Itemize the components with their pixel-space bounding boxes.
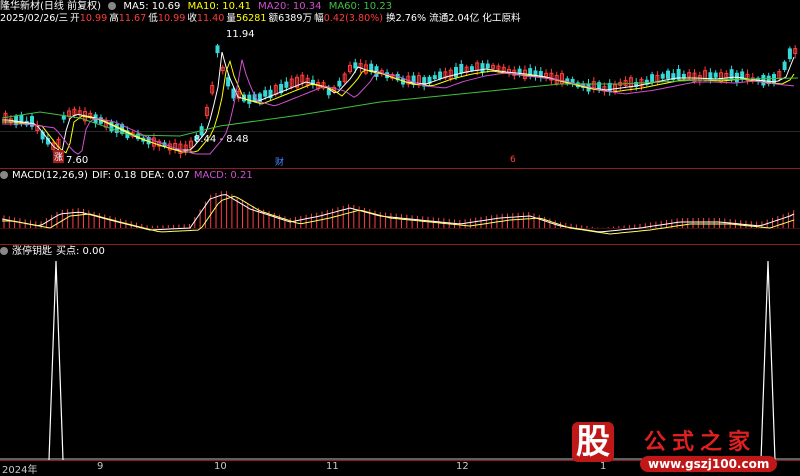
candle-body (438, 71, 443, 80)
candle-body (480, 63, 485, 73)
candle-body (14, 115, 19, 126)
macd-settings-icon[interactable] (0, 171, 8, 179)
candle-body (469, 66, 474, 71)
candle-body (247, 94, 252, 104)
candle-body (517, 68, 522, 74)
indicator-label: 涨停钥匙 (12, 246, 52, 257)
candle-body (459, 63, 464, 74)
zhang-tag: 涨 (53, 150, 65, 163)
range-marker: 8.44 - 8.48 (194, 134, 249, 145)
candle-body (454, 66, 458, 78)
candle-body (485, 63, 490, 69)
chart-canvas[interactable] (0, 0, 800, 476)
macd-lines (1, 194, 795, 235)
high-price-marker: 11.94 (226, 29, 255, 40)
xtick-0: 2024年 (2, 465, 38, 476)
dea-value: DEA: 0.07 (140, 170, 190, 181)
watermark-logo: 股 (572, 422, 614, 462)
watermark: 股 公式之家 www.gszj100.com (556, 420, 800, 476)
candle-body (284, 81, 289, 88)
xtick-4: 12 (456, 461, 469, 472)
candle-body (226, 77, 231, 87)
candle-body (215, 45, 220, 54)
candles (3, 43, 798, 159)
candle-body (650, 74, 655, 83)
watermark-url: www.gszj100.com (640, 456, 778, 472)
watermark-title: 公式之家 (644, 430, 757, 455)
candle-body (782, 61, 787, 70)
xtick-1: 9 (97, 461, 104, 472)
candle-body (713, 72, 718, 78)
low-price-marker: 7.60 (66, 155, 89, 166)
candle-body (61, 115, 66, 120)
indicator-settings-icon[interactable] (0, 247, 8, 255)
candle-body (353, 62, 358, 69)
shao-tag: 6 (510, 155, 516, 165)
dif-value: DIF: 0.18 (91, 170, 137, 181)
buy-value: 买点: 0.00 (56, 246, 105, 257)
candle-body (666, 70, 670, 79)
candle-body (231, 88, 236, 99)
candle-body (337, 80, 342, 87)
candle-body (263, 90, 268, 97)
cai-tag: 财 (275, 158, 285, 168)
buy-spike-1 (48, 260, 64, 461)
macd-value: MACD: 0.21 (193, 170, 253, 181)
xtick-3: 11 (326, 461, 339, 472)
candle-body (660, 73, 665, 79)
candle-body (787, 48, 792, 60)
xtick-2: 10 (214, 461, 227, 472)
macd-label: MACD(12,26,9) (12, 170, 88, 181)
ma5-line (2, 51, 795, 153)
candle-body (432, 75, 437, 80)
